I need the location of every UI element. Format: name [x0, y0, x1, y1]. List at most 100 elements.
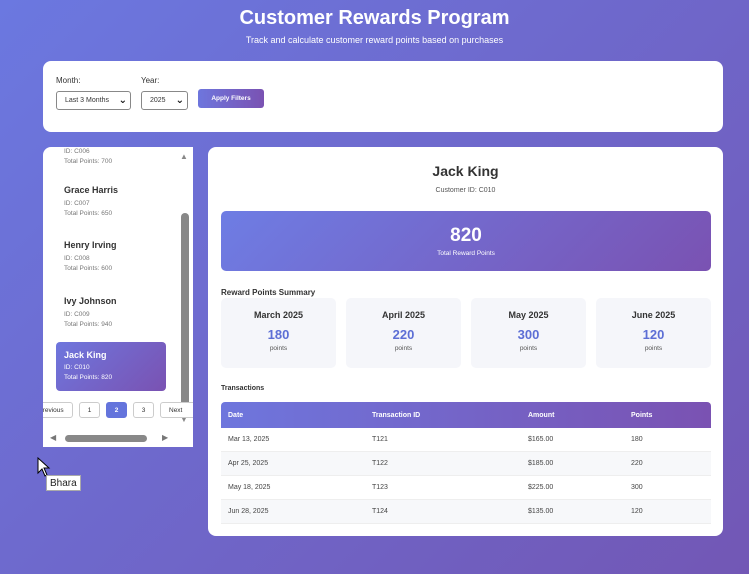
- customer-detail-name: Jack King: [432, 163, 499, 179]
- month-card-unit: points: [519, 345, 538, 352]
- pagination: Previous 1 2 3 Next: [43, 402, 193, 418]
- customer-id: ID: C009: [64, 311, 90, 318]
- column-header-date[interactable]: Date: [228, 402, 243, 428]
- customer-points: Total Points: 650: [64, 210, 113, 217]
- list-item[interactable]: Ivy Johnson ID: C009 Total Points: 940: [64, 296, 117, 330]
- cell-amount: $165.00: [528, 436, 554, 443]
- month-card-points: 220: [392, 327, 415, 342]
- month-card: June 2025 120 points: [596, 298, 711, 368]
- page-3-button[interactable]: 3: [133, 402, 154, 418]
- month-card: April 2025 220 points: [346, 298, 461, 368]
- customer-detail-id: Customer ID: C010: [435, 187, 496, 194]
- chevron-down-icon: ⌄: [175, 95, 184, 106]
- month-card-month: March 2025: [253, 310, 304, 320]
- cell-transaction-id: T124: [372, 508, 388, 515]
- list-item-selected[interactable]: Jack King ID: C010 Total Points: 820: [56, 342, 166, 391]
- transactions-title: Transactions: [221, 385, 265, 392]
- previous-page-button[interactable]: Previous: [43, 402, 73, 418]
- month-card-unit: points: [394, 345, 413, 352]
- tooltip: Bhara: [46, 475, 81, 491]
- customer-list: ID: C006 Total Points: 700 Grace Harris …: [43, 147, 193, 447]
- year-select-value: 2025: [150, 97, 166, 104]
- cell-date: Mar 13, 2025: [228, 436, 270, 443]
- table-row: May 18, 2025 T123 $225.00 300: [221, 476, 711, 500]
- customer-points: Total Points: 600: [64, 265, 113, 272]
- customer-id: ID: C006: [64, 148, 90, 155]
- list-item[interactable]: Henry Irving ID: C008 Total Points: 600: [64, 240, 117, 274]
- cell-amount: $225.00: [528, 484, 554, 491]
- customer-points: Total Points: 940: [64, 321, 113, 328]
- customer-name: Jack King: [64, 350, 107, 360]
- customer-id: ID: C008: [64, 255, 90, 262]
- cell-date: May 18, 2025: [228, 484, 271, 491]
- month-select[interactable]: Last 3 Months ⌄: [56, 91, 131, 110]
- month-card: March 2025 180 points: [221, 298, 336, 368]
- month-card-month: April 2025: [381, 310, 426, 320]
- cell-transaction-id: T121: [372, 436, 388, 443]
- apply-filters-button[interactable]: Apply Filters: [198, 89, 264, 108]
- scroll-left-icon[interactable]: ◀: [50, 433, 56, 442]
- mouse-cursor-icon: [37, 457, 51, 477]
- page-title: Customer Rewards Program: [239, 7, 510, 29]
- year-label: Year:: [141, 76, 160, 85]
- table-header: Date Transaction ID Amount Points: [221, 402, 711, 428]
- month-card-unit: points: [269, 345, 288, 352]
- scroll-up-icon[interactable]: ▲: [180, 152, 188, 161]
- month-select-value: Last 3 Months: [65, 97, 109, 104]
- list-item[interactable]: ID: C006 Total Points: 700: [64, 147, 112, 167]
- month-card-points: 180: [267, 327, 290, 342]
- cell-transaction-id: T122: [372, 460, 388, 467]
- customer-detail-panel: Jack King Customer ID: C010 820 Total Re…: [208, 147, 723, 536]
- cell-transaction-id: T123: [372, 484, 388, 491]
- summary-title: Reward Points Summary: [221, 288, 316, 297]
- column-header-transaction-id[interactable]: Transaction ID: [372, 402, 420, 428]
- customer-points: Total Points: 820: [64, 374, 113, 381]
- cell-points: 120: [631, 508, 643, 515]
- month-card-points: 120: [642, 327, 665, 342]
- year-select[interactable]: 2025 ⌄: [141, 91, 188, 110]
- page-1-button[interactable]: 1: [79, 402, 100, 418]
- horizontal-scrollbar[interactable]: ◀ ▶: [43, 431, 193, 445]
- cell-date: Jun 28, 2025: [228, 508, 269, 515]
- filters-panel: Month: Last 3 Months ⌄ Year: 2025 ⌄ Appl…: [43, 61, 723, 132]
- total-points-label: Total Reward Points: [437, 250, 495, 257]
- scrollbar-thumb[interactable]: [181, 213, 189, 413]
- customer-name: Ivy Johnson: [64, 296, 117, 306]
- cell-amount: $135.00: [528, 508, 554, 515]
- cell-points: 220: [631, 460, 643, 467]
- customer-points: Total Points: 700: [64, 158, 113, 165]
- cell-amount: $185.00: [528, 460, 554, 467]
- month-label: Month:: [56, 76, 81, 85]
- table-row: Apr 25, 2025 T122 $185.00 220: [221, 452, 711, 476]
- year-filter: Year: 2025 ⌄: [141, 76, 188, 110]
- month-card-month: June 2025: [631, 310, 676, 320]
- chevron-down-icon: ⌄: [118, 95, 127, 106]
- next-page-button[interactable]: Next: [160, 402, 193, 418]
- month-card-points: 300: [517, 327, 540, 342]
- vertical-scrollbar[interactable]: ▲ ▼: [179, 152, 191, 429]
- month-card-unit: points: [644, 345, 663, 352]
- page-subtitle: Track and calculate customer reward poin…: [245, 35, 504, 45]
- column-header-points[interactable]: Points: [631, 402, 652, 428]
- month-card: May 2025 300 points: [471, 298, 586, 368]
- cell-points: 180: [631, 436, 643, 443]
- table-row: Jun 28, 2025 T124 $135.00 120: [221, 500, 711, 524]
- customer-id: ID: C010: [64, 364, 90, 371]
- column-header-amount[interactable]: Amount: [528, 402, 554, 428]
- month-filter: Month: Last 3 Months ⌄: [56, 76, 131, 110]
- page-header: Customer Rewards Program Track and calcu…: [0, 6, 749, 45]
- scroll-right-icon[interactable]: ▶: [162, 433, 168, 442]
- customer-name: Grace Harris: [64, 185, 119, 195]
- month-card-month: May 2025: [508, 310, 549, 320]
- cell-date: Apr 25, 2025: [228, 460, 269, 467]
- total-points-card: 820 Total Reward Points: [221, 211, 711, 271]
- customer-id: ID: C007: [64, 200, 90, 207]
- cell-points: 300: [631, 484, 643, 491]
- customer-name: Henry Irving: [64, 240, 117, 250]
- scrollbar-thumb[interactable]: [65, 435, 147, 442]
- page-2-button[interactable]: 2: [106, 402, 127, 418]
- total-points-value: 820: [450, 225, 482, 246]
- list-item[interactable]: Grace Harris ID: C007 Total Points: 650: [64, 185, 118, 219]
- transactions-table: Date Transaction ID Amount Points Mar 13…: [221, 402, 711, 524]
- table-row: Mar 13, 2025 T121 $165.00 180: [221, 428, 711, 452]
